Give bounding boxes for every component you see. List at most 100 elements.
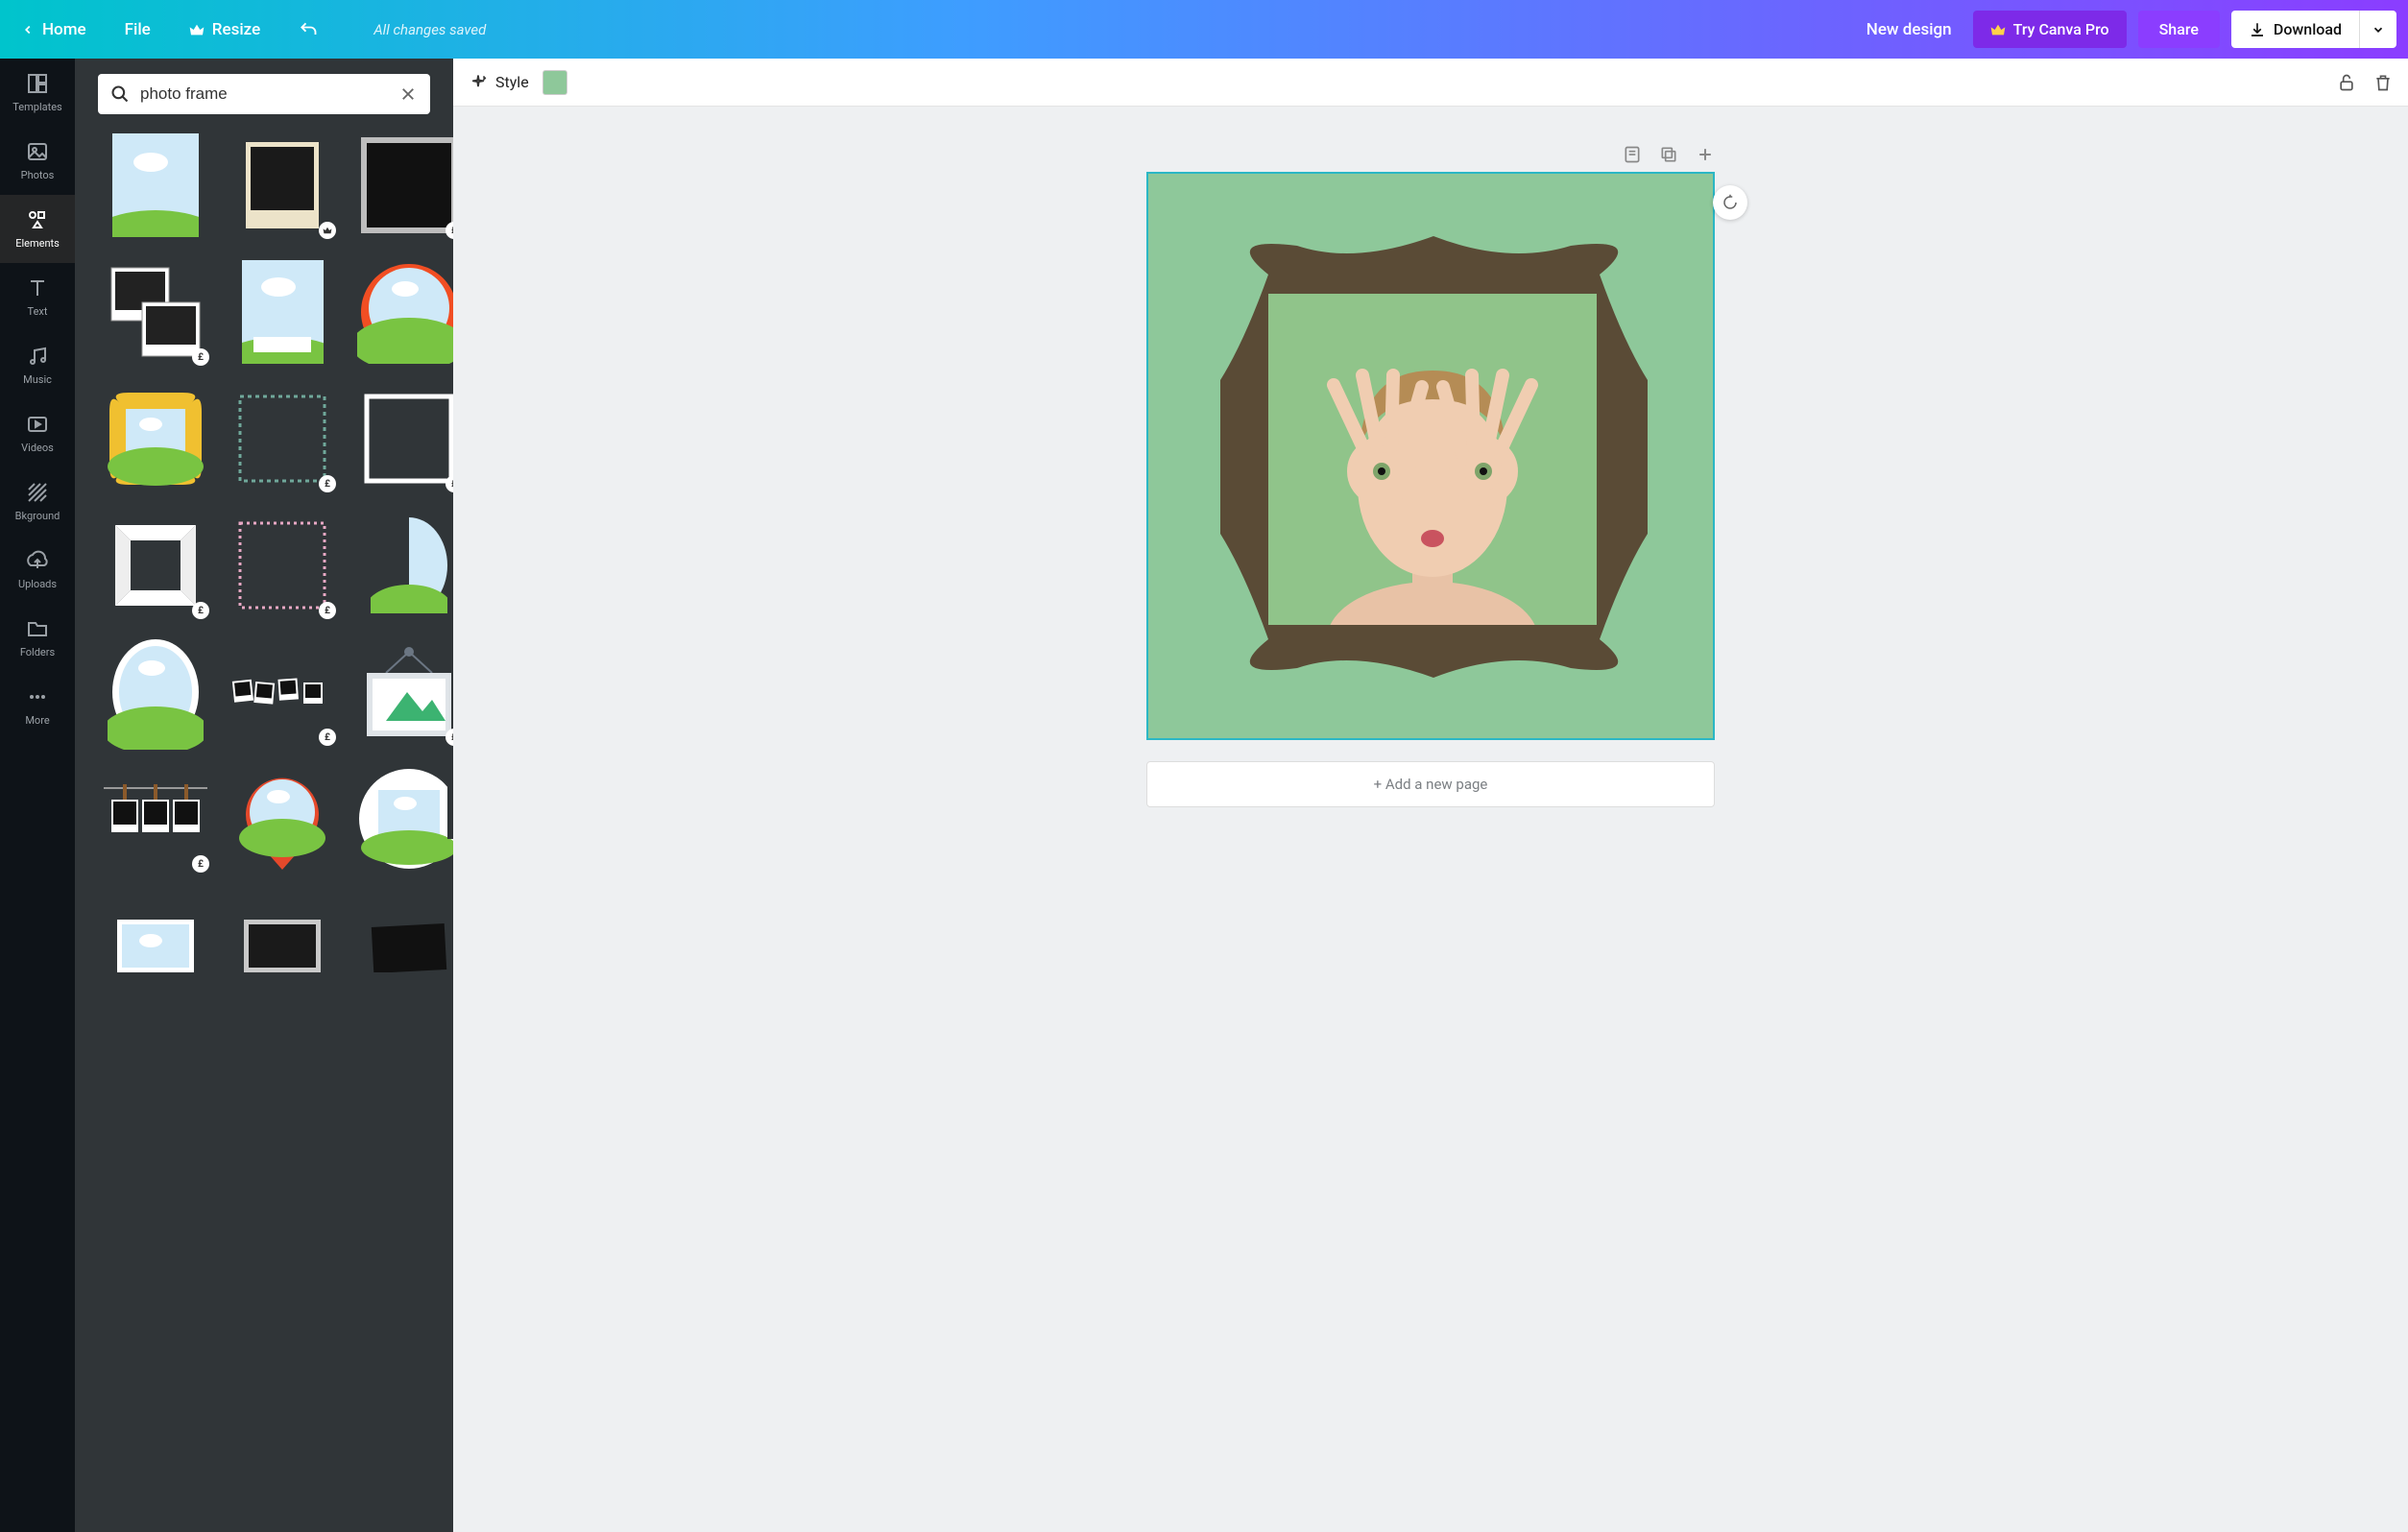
nav-templates[interactable]: Templates — [0, 59, 75, 127]
frame-element[interactable]: £ — [98, 508, 213, 623]
nav-bkground[interactable]: Bkground — [0, 467, 75, 536]
nav-elements[interactable]: Elements — [0, 195, 75, 263]
nav-label: Folders — [20, 646, 55, 658]
frame-element[interactable]: £ — [98, 254, 213, 370]
frame-element[interactable] — [225, 761, 340, 876]
frame-element[interactable]: £ — [225, 508, 340, 623]
nav-label: Elements — [15, 237, 60, 250]
file-menu[interactable]: File — [115, 12, 160, 47]
search-icon — [109, 84, 131, 105]
home-label: Home — [42, 20, 86, 39]
resize-button[interactable]: Resize — [180, 12, 270, 47]
download-button-group: Download — [2231, 11, 2396, 48]
share-button[interactable]: Share — [2138, 11, 2220, 48]
frame-element[interactable] — [98, 888, 213, 1003]
price-badge: £ — [319, 475, 336, 492]
download-icon — [2249, 21, 2266, 38]
framed-photo[interactable] — [1268, 294, 1597, 625]
canvas-area: Style — [453, 59, 2408, 1532]
frame-element[interactable]: £ — [351, 634, 453, 750]
sparkle-icon — [469, 73, 488, 92]
nav-text[interactable]: Text — [0, 263, 75, 331]
duplicate-page-button[interactable] — [1659, 145, 1678, 164]
price-badge: £ — [445, 475, 453, 492]
nav-label: Templates — [12, 101, 61, 113]
price-badge: £ — [192, 855, 209, 873]
frame-element[interactable]: £ — [225, 634, 340, 750]
frame-element[interactable] — [98, 381, 213, 496]
try-pro-label: Try Canva Pro — [2013, 20, 2109, 38]
nav-label: Videos — [21, 442, 54, 454]
left-nav: Templates Photos Elements Text Music Vid… — [0, 59, 75, 1532]
main-layout: Templates Photos Elements Text Music Vid… — [0, 59, 2408, 1532]
undo-button[interactable] — [289, 12, 327, 47]
price-badge: £ — [319, 729, 336, 746]
trash-icon — [2373, 73, 2393, 92]
search-input[interactable] — [140, 84, 388, 104]
style-filters-button[interactable]: Style — [469, 73, 529, 92]
download-button[interactable]: Download — [2231, 11, 2359, 48]
frame-element[interactable] — [98, 634, 213, 750]
nav-label: Uploads — [18, 578, 57, 590]
search-box — [98, 74, 430, 114]
nav-videos[interactable]: Videos — [0, 399, 75, 467]
canvas-workspace: + Add a new page — [453, 107, 2408, 1532]
clear-search-button[interactable] — [397, 84, 419, 105]
price-badge: £ — [319, 602, 336, 619]
bkground-icon — [26, 481, 49, 504]
frame-element[interactable] — [351, 761, 453, 876]
new-design-button[interactable]: New design — [1857, 12, 1962, 47]
pro-badge-icon — [319, 222, 336, 239]
canvas-page[interactable] — [1146, 172, 1715, 740]
frame-element[interactable] — [351, 888, 453, 1003]
color-swatch[interactable] — [542, 70, 567, 95]
plus-icon — [1696, 145, 1715, 164]
page-notes-button[interactable] — [1623, 145, 1642, 164]
frame-element[interactable] — [98, 128, 213, 243]
frame-element[interactable]: £ — [98, 761, 213, 876]
delete-button[interactable] — [2373, 73, 2393, 92]
nav-more[interactable]: More — [0, 672, 75, 740]
frame-element[interactable] — [351, 254, 453, 370]
add-page-icon-button[interactable] — [1696, 145, 1715, 164]
undo-icon — [299, 20, 318, 39]
crown-icon — [189, 23, 205, 36]
nav-label: More — [25, 714, 49, 727]
videos-icon — [26, 413, 49, 436]
nav-uploads[interactable]: Uploads — [0, 536, 75, 604]
frame-element[interactable] — [225, 128, 340, 243]
file-label: File — [125, 20, 151, 39]
frame-element[interactable]: £ — [351, 381, 453, 496]
header-right: New design Try Canva Pro Share Download — [1857, 11, 2396, 48]
folders-icon — [26, 617, 49, 640]
share-label: Share — [2159, 20, 2199, 38]
download-dropdown-button[interactable] — [2359, 11, 2396, 48]
animate-button[interactable] — [1713, 185, 1747, 220]
nav-label: Bkground — [15, 510, 60, 522]
nav-folders[interactable]: Folders — [0, 604, 75, 672]
nav-photos[interactable]: Photos — [0, 127, 75, 195]
lock-button[interactable] — [2337, 73, 2356, 92]
more-icon — [26, 685, 49, 708]
frame-element[interactable]: £ — [225, 381, 340, 496]
frame-element[interactable] — [225, 254, 340, 370]
resize-label: Resize — [212, 20, 260, 39]
music-icon — [26, 345, 49, 368]
frame-element[interactable] — [225, 888, 340, 1003]
nav-label: Photos — [21, 169, 55, 181]
crown-icon — [1990, 23, 2006, 36]
elements-icon — [26, 208, 49, 231]
photos-icon — [26, 140, 49, 163]
frame-element[interactable]: £ — [351, 128, 453, 243]
price-badge: £ — [192, 602, 209, 619]
frame-element[interactable] — [351, 508, 453, 623]
page-controls — [1146, 145, 1715, 164]
try-pro-button[interactable]: Try Canva Pro — [1973, 11, 2127, 48]
add-page-button[interactable]: + Add a new page — [1146, 761, 1715, 807]
header-left: Home File Resize All changes saved — [12, 12, 486, 47]
unlock-icon — [2337, 73, 2356, 92]
nav-music[interactable]: Music — [0, 331, 75, 399]
price-badge: £ — [445, 222, 453, 239]
style-label: Style — [495, 73, 529, 91]
home-button[interactable]: Home — [12, 12, 96, 47]
